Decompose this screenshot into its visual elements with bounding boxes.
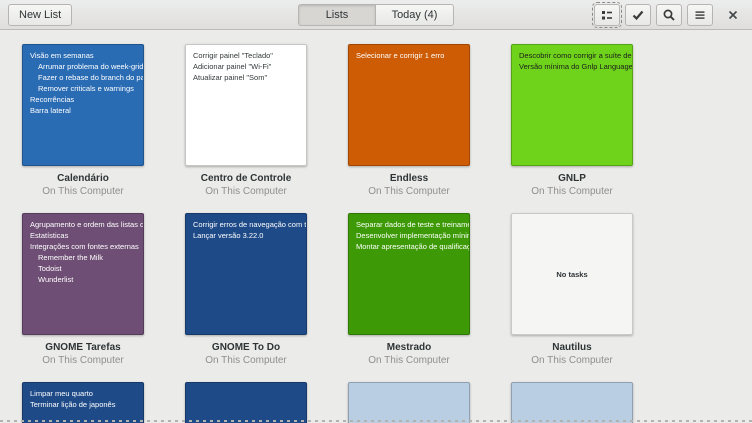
task-line: Wunderlist	[30, 274, 143, 285]
list-subtitle: On This Computer	[185, 185, 307, 198]
task-line: Descobrir como corrigir a suíte de teste…	[519, 50, 632, 61]
task-line: Atualizar painel "Som"	[193, 72, 306, 83]
dotted-separator	[0, 420, 752, 422]
grid-row: Limpar meu quartoTerminar lição de japon…	[22, 382, 752, 423]
selection-mode-button[interactable]	[625, 4, 651, 26]
tab-lists[interactable]: Lists	[298, 4, 376, 26]
close-icon	[727, 9, 739, 21]
task-line: Barra lateral	[30, 105, 143, 116]
check-icon	[631, 8, 645, 22]
list-subtitle: On This Computer	[185, 354, 307, 367]
task-line: Visão em semanas	[30, 50, 143, 61]
list-card[interactable]: Separar dados de teste e treinamentoDese…	[348, 213, 470, 335]
task-line: Corrigir painel "Teclado"	[193, 50, 306, 61]
list-card[interactable]: Selecionar e corrigir 1 erro	[348, 44, 470, 166]
view-list-button[interactable]	[594, 4, 620, 26]
view-switcher: Lists Today (4)	[298, 4, 454, 26]
list-card[interactable]: Agrupamento e ordem das listas de tarefa…	[22, 213, 144, 335]
menu-icon	[693, 8, 707, 22]
task-line: Terminar lição de japonês	[30, 399, 143, 410]
task-line: Todoist	[30, 263, 143, 274]
task-line: Versão mínima do Gnlp Language Tool	[519, 61, 632, 72]
list-card[interactable]: Corrigir painel "Teclado"Adicionar paine…	[185, 44, 307, 166]
list-card[interactable]: Corrigir erros de navegação com tecladoL…	[185, 213, 307, 335]
task-line: Remember the Milk	[30, 252, 143, 263]
task-line: Recorrências	[30, 94, 143, 105]
menu-button[interactable]	[687, 4, 713, 26]
task-line: Montar apresentação de qualificação	[356, 241, 469, 252]
search-button[interactable]	[656, 4, 682, 26]
list-title: Mestrado	[348, 341, 470, 354]
list-item[interactable]: Separar dados de teste e treinamentoDese…	[348, 213, 470, 367]
list-item[interactable]: Corrigir erros de navegação com tecladoL…	[185, 213, 307, 367]
task-line: Arrumar problema do week-grid	[30, 61, 143, 72]
task-line: Remover criticals e warnings	[30, 83, 143, 94]
list-item[interactable]: Corrigir painel "Teclado"Adicionar paine…	[185, 44, 307, 198]
list-card[interactable]: No tasks	[511, 213, 633, 335]
task-line: Limpar meu quarto	[30, 388, 143, 399]
list-title: GNOME Tarefas	[22, 341, 144, 354]
task-line: Estatísticas	[30, 230, 143, 241]
list-subtitle: On This Computer	[511, 185, 633, 198]
task-line: Adicionar painel "Wi-Fi"	[193, 61, 306, 72]
list-title: Calendário	[22, 172, 144, 185]
search-icon	[662, 8, 676, 22]
list-title: GNLP	[511, 172, 633, 185]
list-item[interactable]	[511, 382, 633, 423]
header-actions	[594, 4, 744, 26]
list-card[interactable]	[185, 382, 307, 423]
window-close-button[interactable]	[722, 4, 744, 26]
list-item[interactable]	[185, 382, 307, 423]
list-title: GNOME To Do	[185, 341, 307, 354]
list-title: Nautilus	[511, 341, 633, 354]
list-subtitle: On This Computer	[348, 185, 470, 198]
list-item[interactable]: Descobrir como corrigir a suíte de teste…	[511, 44, 633, 198]
list-card[interactable]	[511, 382, 633, 423]
list-card[interactable]	[348, 382, 470, 423]
task-line: Fazer o rebase do branch do pandusor	[30, 72, 143, 83]
list-title: Endless	[348, 172, 470, 185]
list-item[interactable]: No tasks Nautilus On This Computer	[511, 213, 633, 367]
tab-today[interactable]: Today (4)	[376, 4, 454, 26]
list-card[interactable]: Limpar meu quartoTerminar lição de japon…	[22, 382, 144, 423]
list-subtitle: On This Computer	[348, 354, 470, 367]
headerbar: New List Lists Today (4)	[0, 0, 752, 30]
task-line: Selecionar e corrigir 1 erro	[356, 50, 469, 61]
task-line: Corrigir erros de navegação com teclado	[193, 219, 306, 230]
task-line: Integrações com fontes externas	[30, 241, 143, 252]
list-subtitle: On This Computer	[22, 354, 144, 367]
empty-state-label: No tasks	[512, 214, 632, 334]
list-item[interactable]: Agrupamento e ordem das listas de tarefa…	[22, 213, 144, 367]
task-line: Separar dados de teste e treinamento	[356, 219, 469, 230]
list-card[interactable]: Descobrir como corrigir a suíte de teste…	[511, 44, 633, 166]
view-list-icon	[600, 8, 614, 22]
task-line: Lançar versão 3.22.0	[193, 230, 306, 241]
list-subtitle: On This Computer	[511, 354, 633, 367]
grid-row: Visão em semanasArrumar problema do week…	[22, 44, 752, 198]
list-item[interactable]: Visão em semanasArrumar problema do week…	[22, 44, 144, 198]
task-line: Agrupamento e ordem das listas de tarefa…	[30, 219, 143, 230]
new-list-button[interactable]: New List	[8, 4, 72, 26]
list-item[interactable]	[348, 382, 470, 423]
list-card[interactable]: Visão em semanasArrumar problema do week…	[22, 44, 144, 166]
list-item[interactable]: Limpar meu quartoTerminar lição de japon…	[22, 382, 144, 423]
lists-grid: Visão em semanasArrumar problema do week…	[0, 30, 752, 423]
grid-row: Agrupamento e ordem das listas de tarefa…	[22, 213, 752, 367]
list-title: Centro de Controle	[185, 172, 307, 185]
list-item[interactable]: Selecionar e corrigir 1 erro Endless On …	[348, 44, 470, 198]
task-line: Desenvolver implementação mínima	[356, 230, 469, 241]
list-subtitle: On This Computer	[22, 185, 144, 198]
